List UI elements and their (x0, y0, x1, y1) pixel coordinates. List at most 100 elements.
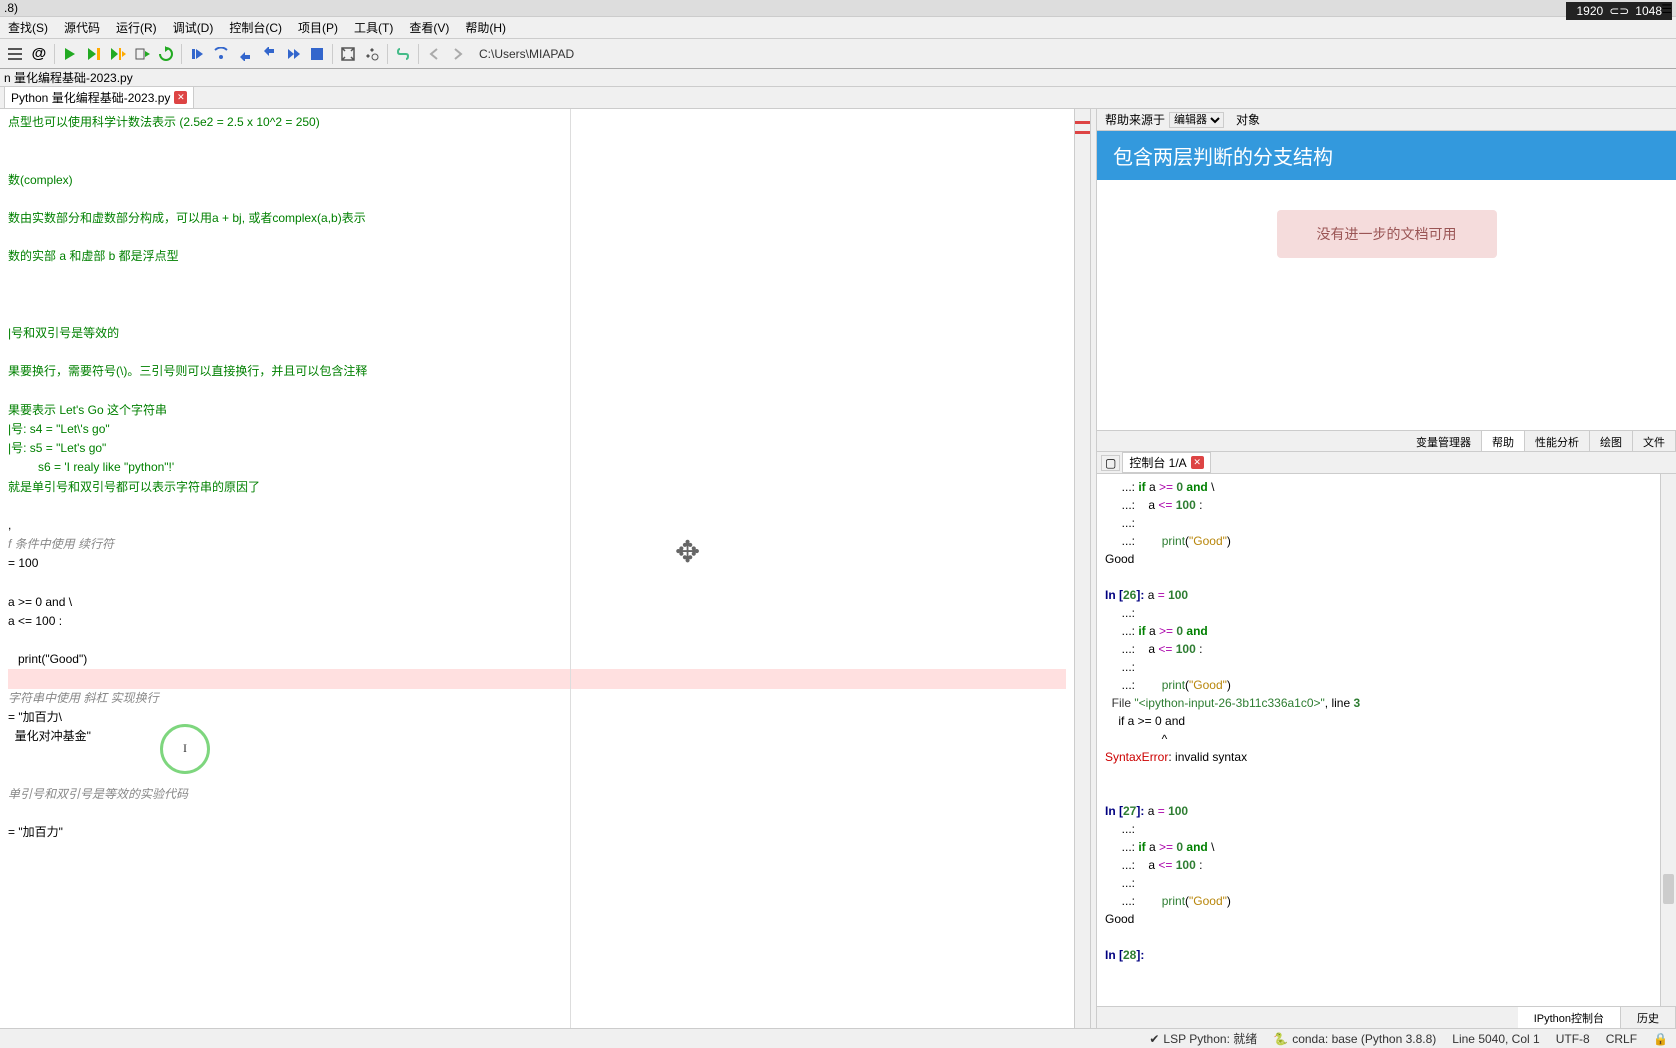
code-line: = "加百力" (8, 823, 1066, 842)
status-bar: ✔ LSP Python: 就绪 🐍 conda: base (Python 3… (0, 1028, 1676, 1048)
debug-step-over-icon[interactable] (186, 43, 208, 65)
highlight-line (8, 669, 1066, 688)
debug-step-icon[interactable] (234, 43, 256, 65)
editor-options-icon[interactable]: ☰ (1661, 2, 1672, 16)
scroll-marker (1075, 121, 1090, 124)
editor-tab-bar: Python 量化编程基础-2023.py ✕ ☰ (0, 87, 1676, 109)
help-tabs: 变量管理器 帮助 性能分析 绘图 文件 (1097, 430, 1676, 452)
tab-files[interactable]: 文件 (1633, 431, 1676, 451)
tab-label: Python 量化编程基础-2023.py (11, 89, 170, 106)
code-line: 点型也可以使用科学计数法表示 (2.5e2 = 2.5 x 10^2 = 250… (8, 113, 1066, 132)
console-expand-icon[interactable]: ▢ (1101, 455, 1120, 471)
menu-view[interactable]: 查看(V) (405, 17, 453, 38)
code-line: 数由实数部分和虚数部分构成，可以用a + bj, 或者complex(a,b)表… (8, 209, 1066, 228)
code-line: 字符串中使用 斜杠 实现换行 (8, 689, 1066, 708)
code-line: 数的实部 a 和虚部 b 都是浮点型 (8, 247, 1066, 266)
editor[interactable]: 点型也可以使用科学计数法表示 (2.5e2 = 2.5 x 10^2 = 250… (0, 109, 1090, 1028)
status-lsp: ✔ LSP Python: 就绪 (1149, 1030, 1257, 1047)
scroll-marker (1075, 131, 1090, 134)
python-path-icon[interactable] (392, 43, 414, 65)
code-line: 果要换行，需要符号(\)。三引号则可以直接换行，并且可以包含注释 (8, 362, 1066, 381)
status-encoding: UTF-8 (1556, 1032, 1590, 1046)
run-cell-advance-icon[interactable] (107, 43, 129, 65)
debug-stop-icon[interactable] (306, 43, 328, 65)
editor-scrollbar[interactable] (1074, 109, 1090, 1028)
preferences-icon[interactable] (361, 43, 383, 65)
back-icon[interactable] (423, 43, 445, 65)
status-line-col: Line 5040, Col 1 (1452, 1032, 1539, 1046)
code-line: a >= 0 and \ (8, 593, 1066, 612)
tab-history[interactable]: 历史 (1621, 1007, 1676, 1028)
status-eol: CRLF (1606, 1032, 1637, 1046)
run-file-icon[interactable] (59, 43, 81, 65)
code-line: print("Good") (8, 650, 1066, 669)
menu-source[interactable]: 源代码 (60, 17, 104, 38)
run-selection-icon[interactable] (131, 43, 153, 65)
close-icon[interactable]: ✕ (174, 91, 187, 104)
code-line: = 100 (8, 554, 1066, 573)
code-line: = "加百力\ (8, 708, 1066, 727)
help-title: 包含两层判断的分支结构 (1097, 131, 1676, 180)
menu-debug[interactable]: 调试(D) (169, 17, 218, 38)
status-conda: 🐍 conda: base (Python 3.8.8) (1273, 1032, 1436, 1046)
console-tab-label: 控制台 1/A (1129, 454, 1186, 471)
debug-step-out-icon[interactable] (258, 43, 280, 65)
editor-tab[interactable]: Python 量化编程基础-2023.py ✕ (4, 86, 194, 109)
res-h: 1048 (1635, 4, 1662, 18)
toolbar: @ C:\Users\MIAPAD (0, 39, 1676, 69)
code-line: a <= 100 : (8, 612, 1066, 631)
tab-ipython-console[interactable]: IPython控制台 (1518, 1007, 1621, 1028)
tab-plots[interactable]: 绘图 (1590, 431, 1633, 451)
help-object-label: 对象 (1236, 111, 1260, 128)
code-line: 果要表示 Let's Go 这个字符串 (8, 401, 1066, 420)
maximize-icon[interactable] (337, 43, 359, 65)
tab-variable-explorer[interactable]: 变量管理器 (1406, 431, 1482, 451)
menu-bar: 查找(S) 源代码 运行(R) 调试(D) 控制台(C) 项目(P) 工具(T)… (0, 17, 1676, 39)
menu-help[interactable]: 帮助(H) (461, 17, 510, 38)
code-line: s6 = 'I realy like "python"!' (8, 458, 1066, 477)
console-tab[interactable]: 控制台 1/A ✕ (1122, 452, 1210, 473)
help-header: 帮助来源于 编辑器 对象 (1097, 109, 1676, 131)
text-cursor-marker: I (160, 724, 210, 774)
menu-project[interactable]: 项目(P) (294, 17, 342, 38)
help-body: 没有进一步的文档可用 (1097, 180, 1676, 430)
outline-icon[interactable] (4, 43, 26, 65)
console-scrollbar[interactable] (1660, 474, 1676, 1006)
console-area: ▢ 控制台 1/A ✕ ...: if a >= 0 and \ ...: a … (1097, 452, 1676, 1028)
title-bar: .8) (0, 0, 1676, 17)
code-line: 就是单引号和双引号都可以表示字符串的原因了 (8, 478, 1066, 497)
status-lock-icon: 🔒 (1653, 1032, 1668, 1046)
close-icon[interactable]: ✕ (1191, 456, 1204, 469)
help-source-select[interactable]: 编辑器 (1169, 112, 1224, 128)
debug-continue-icon[interactable] (282, 43, 304, 65)
no-doc-message: 没有进一步的文档可用 (1277, 210, 1497, 258)
title-text: .8) (4, 1, 18, 15)
tab-profiler[interactable]: 性能分析 (1525, 431, 1590, 451)
console-tabbar: ▢ 控制台 1/A ✕ (1097, 452, 1676, 474)
code-line: 数(complex) (8, 171, 1066, 190)
breadcrumb: n 量化编程基础-2023.py (0, 69, 1676, 87)
forward-icon[interactable] (447, 43, 469, 65)
menu-console[interactable]: 控制台(C) (225, 17, 286, 38)
breadcrumb-text: n 量化编程基础-2023.py (4, 69, 133, 86)
tab-help[interactable]: 帮助 (1482, 431, 1525, 451)
menu-tools[interactable]: 工具(T) (350, 17, 397, 38)
menu-search[interactable]: 查找(S) (4, 17, 52, 38)
res-w: 1920 (1576, 4, 1603, 18)
code-line: |号: s5 = "Let's go" (8, 439, 1066, 458)
scrollbar-thumb[interactable] (1663, 874, 1674, 904)
code-line: |号和双引号是等效的 (8, 324, 1066, 343)
at-icon[interactable]: @ (28, 43, 50, 65)
code-content[interactable]: 点型也可以使用科学计数法表示 (2.5e2 = 2.5 x 10^2 = 250… (0, 109, 1074, 1028)
code-line: f 条件中使用 续行符 (8, 535, 1066, 554)
run-cell-icon[interactable] (83, 43, 105, 65)
menu-run[interactable]: 运行(R) (112, 17, 161, 38)
main-area: 点型也可以使用科学计数法表示 (2.5e2 = 2.5 x 10^2 = 250… (0, 109, 1676, 1028)
debug-step-into-icon[interactable] (210, 43, 232, 65)
right-panel: 帮助来源于 编辑器 对象 包含两层判断的分支结构 没有进一步的文档可用 变量管理… (1096, 109, 1676, 1028)
move-cursor-icon: ✥ (675, 529, 700, 577)
rerun-icon[interactable] (155, 43, 177, 65)
console-output[interactable]: ...: if a >= 0 and \ ...: a <= 100 : ...… (1097, 474, 1660, 1006)
working-dir: C:\Users\MIAPAD (479, 47, 574, 61)
help-source-label: 帮助来源于 (1105, 111, 1165, 128)
